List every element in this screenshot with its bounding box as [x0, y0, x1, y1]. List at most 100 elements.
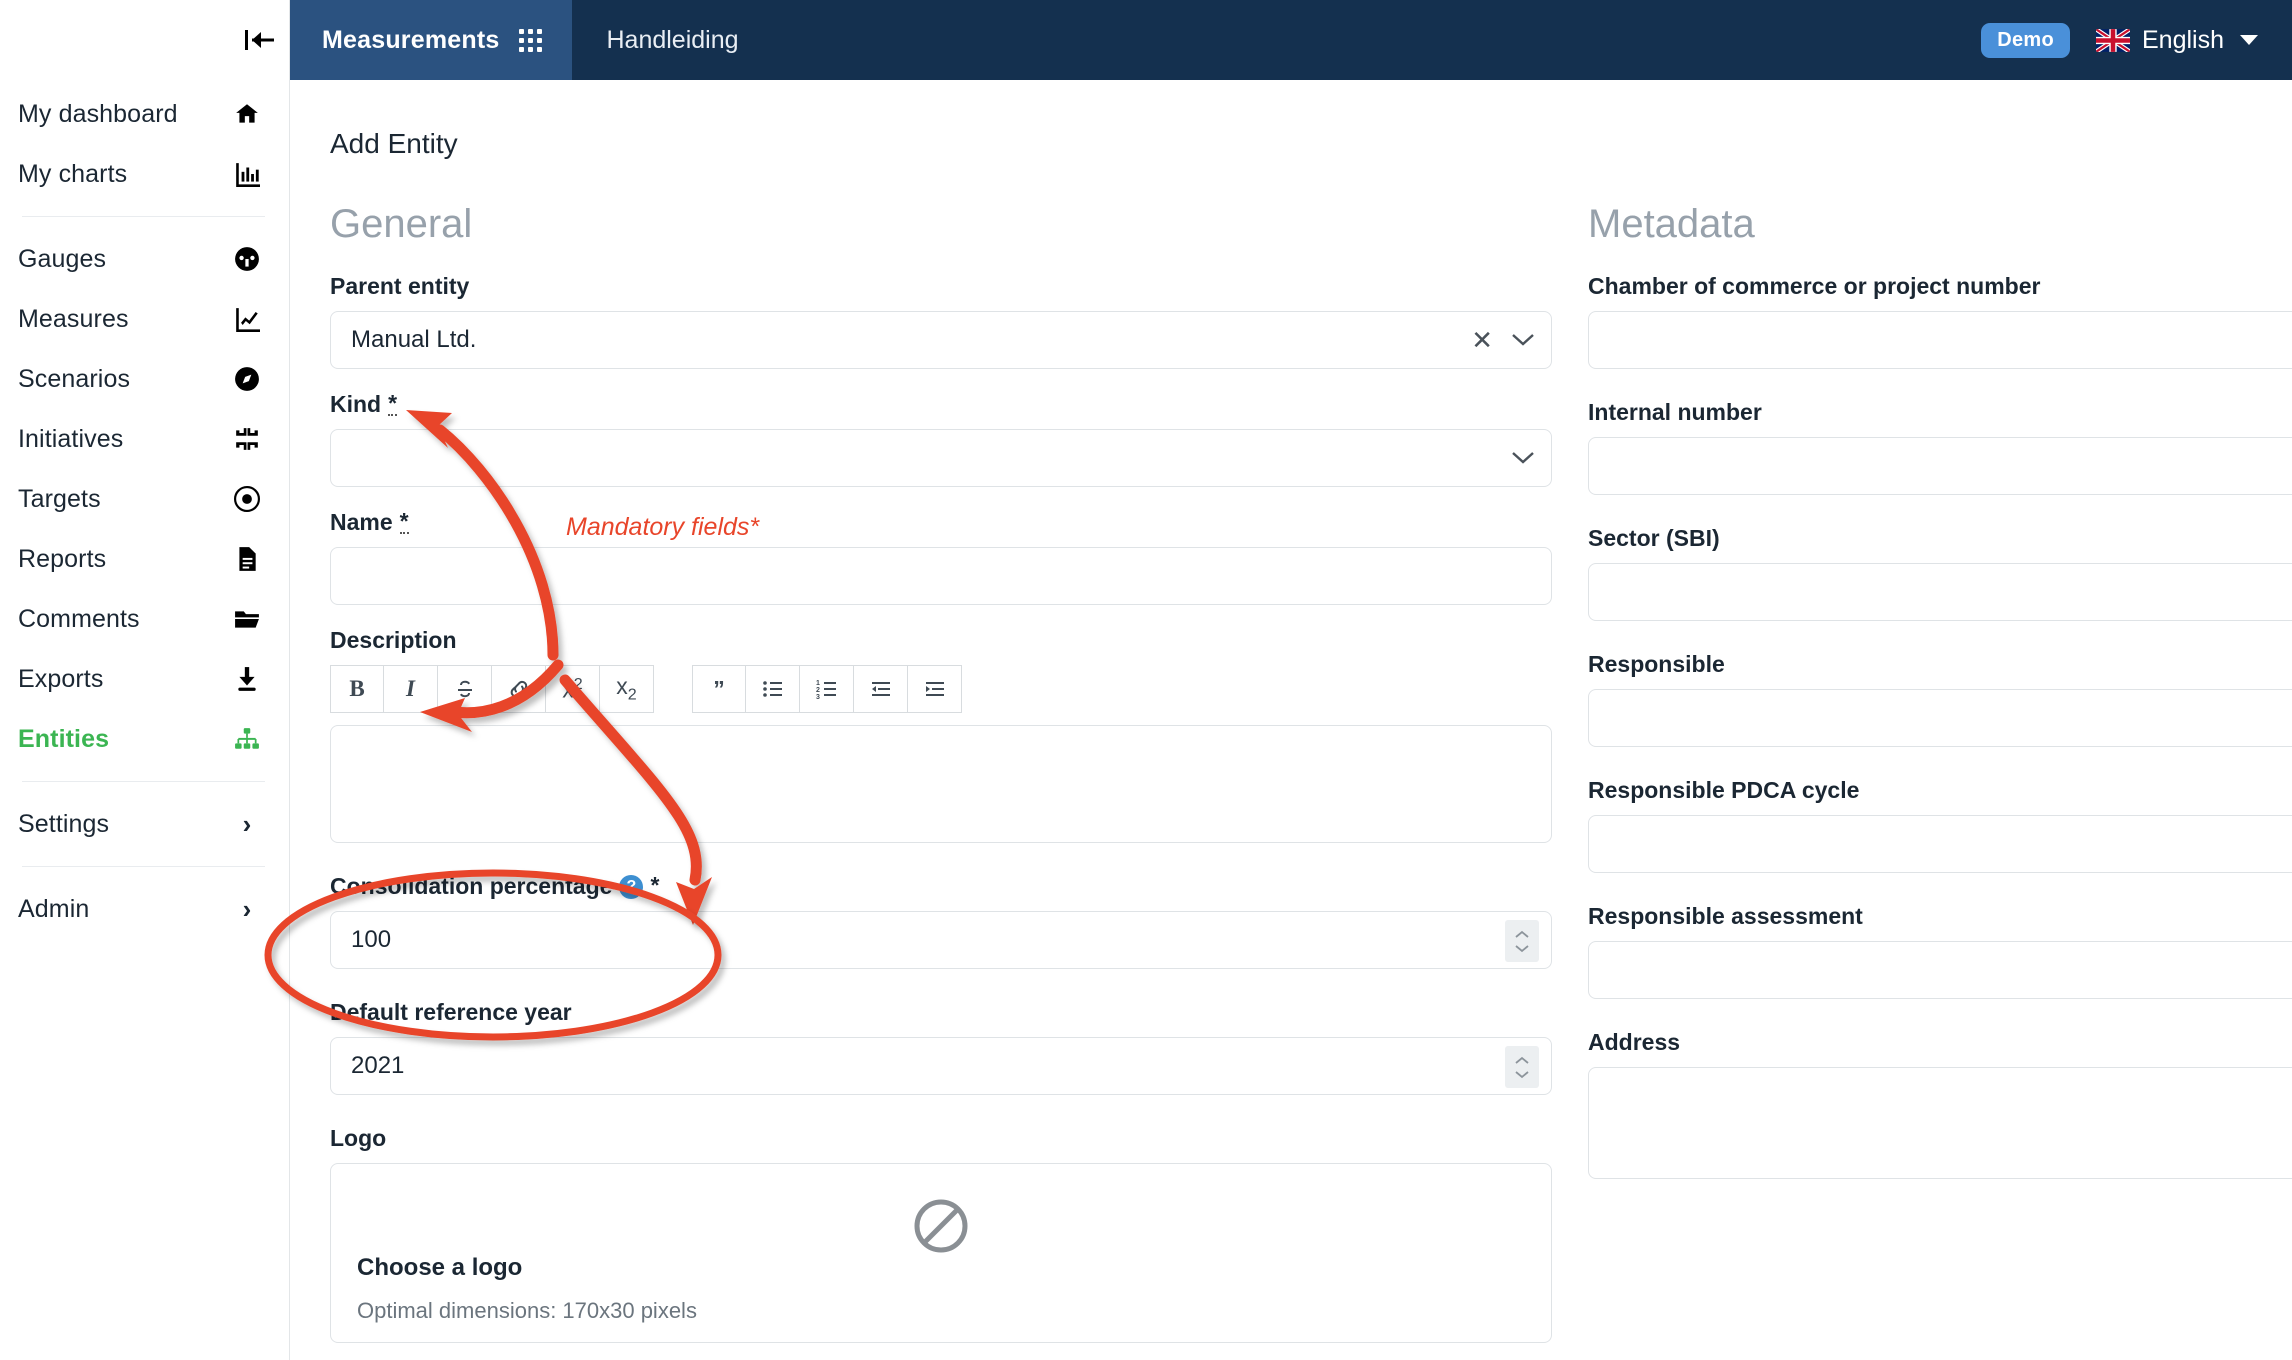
subscript-icon[interactable]: x2	[600, 665, 654, 713]
field-responsible-assessment: Responsible assessment	[1588, 903, 2292, 999]
blockquote-icon[interactable]: ”	[692, 665, 746, 713]
sector-sbi-input[interactable]	[1588, 563, 2292, 621]
sidebar-item-scenarios[interactable]: Scenarios	[0, 349, 289, 409]
language-selector[interactable]: English	[2096, 26, 2258, 55]
sidebar-item-settings[interactable]: Settings ›	[0, 794, 289, 854]
logo-upload-box[interactable]: Choose a logo Optimal dimensions: 170x30…	[330, 1163, 1552, 1343]
responsible-assessment-input[interactable]	[1588, 941, 2292, 999]
link-icon[interactable]	[492, 665, 546, 713]
indent-icon[interactable]	[908, 665, 962, 713]
sidebar-item-label: Reports	[18, 544, 107, 573]
sidebar-item-targets[interactable]: Targets	[0, 469, 289, 529]
responsible-pdca-cycle-input[interactable]	[1588, 815, 2292, 873]
sidebar-item-label: Exports	[18, 664, 104, 693]
responsible-input[interactable]	[1588, 689, 2292, 747]
svg-text:3: 3	[816, 694, 820, 701]
sidebar-item-measures[interactable]: Measures	[0, 289, 289, 349]
compass-icon	[231, 366, 263, 392]
outdent-icon[interactable]	[854, 665, 908, 713]
collapse-arrows-icon	[231, 426, 263, 452]
topbar-right: Demo English	[1981, 0, 2292, 80]
kind-adornments	[1511, 430, 1535, 486]
field-parent-entity: Parent entity Manual Ltd. ✕	[330, 273, 1552, 369]
annotation-mandatory-fields: Mandatory fields*	[566, 513, 760, 541]
field-kind: Kind *	[330, 391, 1552, 487]
gauge-icon	[231, 246, 263, 272]
folder-icon	[231, 606, 263, 632]
sidebar-divider	[22, 781, 265, 782]
italic-icon[interactable]: I	[384, 665, 438, 713]
sidebar-item-label: Gauges	[18, 244, 107, 273]
bold-icon[interactable]: B	[330, 665, 384, 713]
sidebar-item-initiatives[interactable]: Initiatives	[0, 409, 289, 469]
sidebar: My dashboard My charts Gauges Measures S…	[0, 0, 290, 1360]
sidebar-item-my-dashboard[interactable]: My dashboard	[0, 84, 289, 144]
number-stepper[interactable]	[1505, 1046, 1539, 1088]
required-marker: *	[388, 389, 398, 417]
target-icon	[231, 486, 263, 512]
sidebar-item-my-charts[interactable]: My charts	[0, 144, 289, 204]
description-editor[interactable]	[330, 725, 1552, 843]
numbered-list-icon[interactable]: 123	[800, 665, 854, 713]
number-stepper[interactable]	[1505, 920, 1539, 962]
home-icon	[231, 101, 263, 127]
sidebar-item-admin[interactable]: Admin ›	[0, 879, 289, 939]
internal-number-label: Internal number	[1588, 399, 1762, 425]
parent-entity-adornments: ✕	[1471, 312, 1535, 368]
demo-badge[interactable]: Demo	[1981, 22, 2070, 58]
document-icon	[231, 546, 263, 572]
sitemap-icon	[231, 726, 263, 752]
bar-chart-icon	[231, 161, 263, 187]
responsible-label: Responsible	[1588, 651, 1725, 677]
address-textarea[interactable]	[1588, 1067, 2292, 1179]
chevron-down-icon	[2240, 35, 2258, 45]
internal-number-input[interactable]	[1588, 437, 2292, 495]
collapse-sidebar-icon[interactable]	[238, 22, 282, 58]
uk-flag-icon	[2096, 28, 2130, 52]
chevron-down-icon[interactable]	[1511, 332, 1535, 348]
tab-measurements-label: Measurements	[322, 25, 500, 54]
kind-select[interactable]	[330, 429, 1552, 487]
description-label: Description	[330, 627, 1552, 654]
tab-measurements[interactable]: Measurements	[290, 0, 573, 80]
responsible-assessment-label: Responsible assessment	[1588, 903, 1863, 929]
language-label: English	[2142, 25, 2224, 54]
close-icon[interactable]: ✕	[1471, 327, 1493, 353]
kind-label: Kind *	[330, 391, 1552, 418]
field-reference-year: Default reference year 2021	[330, 999, 1552, 1095]
chamber-of-commerce-input[interactable]	[1588, 311, 2292, 369]
reference-year-label-text: Default reference year	[330, 999, 572, 1025]
sidebar-item-reports[interactable]: Reports	[0, 529, 289, 589]
consolidation-value: 100	[351, 926, 392, 953]
reference-year-value: 2021	[351, 1052, 405, 1079]
sidebar-item-comments[interactable]: Comments	[0, 589, 289, 649]
sidebar-item-label: Targets	[18, 484, 101, 513]
download-icon	[231, 666, 263, 692]
sidebar-divider	[22, 216, 265, 217]
chevron-right-icon: ›	[242, 894, 252, 924]
strikethrough-icon[interactable]	[438, 665, 492, 713]
sidebar-item-label: Admin	[18, 894, 90, 923]
name-input[interactable]	[330, 547, 1552, 605]
consolidation-input[interactable]: 100	[330, 911, 1552, 969]
superscript-icon[interactable]: x2	[546, 665, 600, 713]
tab-handleiding[interactable]: Handleiding	[572, 0, 772, 80]
sidebar-item-exports[interactable]: Exports	[0, 649, 289, 709]
help-icon[interactable]: ?	[619, 874, 644, 899]
field-responsible-pdca-cycle: Responsible PDCA cycle	[1588, 777, 2292, 873]
sidebar-item-label: Initiatives	[18, 424, 124, 453]
description-label-text: Description	[330, 627, 457, 653]
logo-label-text: Logo	[330, 1125, 387, 1151]
address-label: Address	[1588, 1029, 1681, 1055]
sidebar-item-gauges[interactable]: Gauges	[0, 229, 289, 289]
bullet-list-icon[interactable]	[746, 665, 800, 713]
parent-entity-label-text: Parent entity	[330, 273, 470, 299]
reference-year-input[interactable]: 2021	[330, 1037, 1552, 1095]
apps-grid-icon[interactable]	[519, 28, 543, 52]
metadata-section-title: Metadata	[1588, 202, 1755, 246]
chevron-down-icon[interactable]	[1511, 450, 1535, 466]
sidebar-item-entities[interactable]: Entities	[0, 709, 289, 769]
required-marker: *	[650, 871, 660, 899]
field-address: Address	[1588, 1029, 2292, 1179]
parent-entity-select[interactable]: Manual Ltd. ✕	[330, 311, 1552, 369]
